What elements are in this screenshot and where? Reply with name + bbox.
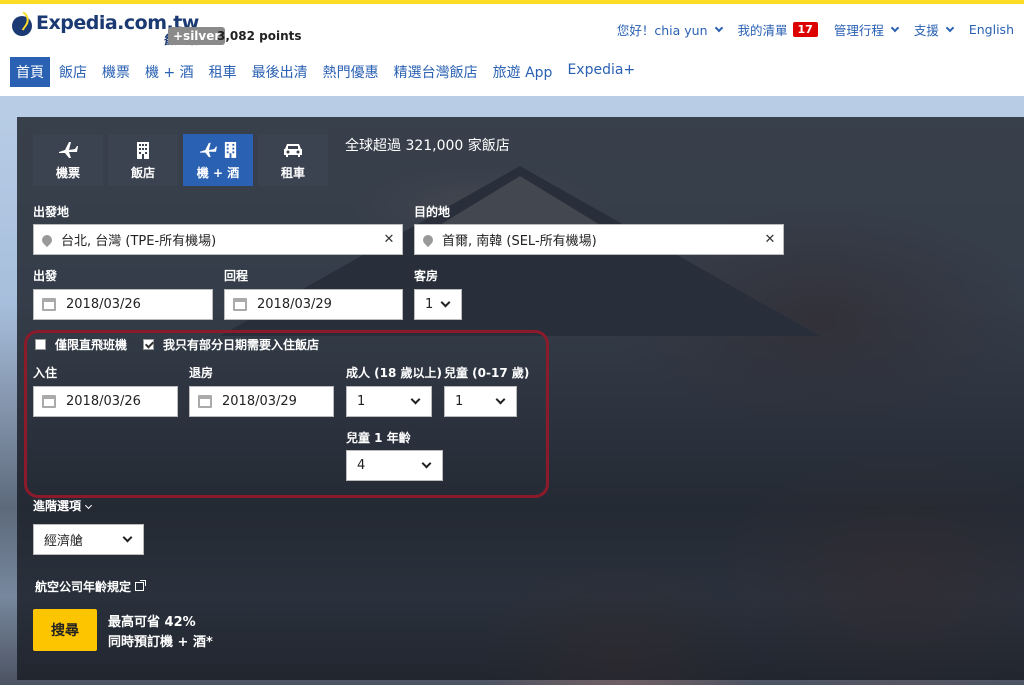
plane-icon	[199, 142, 217, 157]
airline-age-rules-link[interactable]: 航空公司年齡規定	[35, 578, 147, 595]
highlight-annotation-box	[24, 330, 549, 498]
chevron-down-icon	[122, 532, 133, 543]
nav-cars[interactable]: 租車	[203, 57, 243, 87]
nav-hotels[interactable]: 飯店	[53, 57, 93, 87]
account-menu[interactable]: 您好！chia yun	[617, 20, 723, 39]
language-link[interactable]: English	[969, 22, 1014, 37]
chevron-down-icon	[890, 23, 900, 32]
chevron-down-icon	[440, 297, 451, 308]
depart-label: 出發	[33, 269, 58, 283]
rooms-label: 客房	[414, 269, 439, 283]
location-pin-icon	[39, 232, 55, 247]
reward-points: 3,082 points	[217, 29, 302, 43]
tab-hotels[interactable]: 飯店	[108, 134, 178, 186]
manage-trips-menu[interactable]: 管理行程	[834, 20, 900, 39]
wishlist-count-badge: 17	[792, 22, 818, 37]
nav-flights[interactable]: 機票	[96, 57, 136, 87]
site-header: Expedia.com.tw 智遊網 +silver 3,082 points …	[0, 4, 1024, 94]
clear-icon[interactable]: ✕	[757, 232, 783, 247]
main-nav: 首頁 飯店 機票 機 + 酒 租車 最後出清 熱門優惠 精選台灣飯店 旅遊 Ap…	[10, 57, 644, 87]
destination-label: 目的地	[414, 205, 451, 219]
location-pin-icon	[420, 232, 436, 247]
rooms-select[interactable]: 1	[414, 289, 462, 320]
chevron-down-icon	[84, 501, 93, 509]
advanced-options-toggle[interactable]: 進階選項	[33, 497, 93, 514]
nav-taiwan-hotels[interactable]: 精選台灣飯店	[388, 57, 484, 87]
wishlist-link[interactable]: 我的清單 17	[738, 20, 818, 39]
globe-logo-icon	[12, 16, 32, 36]
nav-flight-hotel[interactable]: 機 + 酒	[139, 57, 200, 87]
nav-travel-app[interactable]: 旅遊 App	[487, 57, 559, 87]
car-icon	[284, 143, 302, 157]
return-label: 回程	[224, 269, 249, 283]
promo-bundle: 同時預訂機 + 酒*	[108, 635, 213, 650]
building-icon	[137, 141, 149, 159]
return-date-field[interactable]: 2018/03/29	[224, 289, 403, 320]
search-button[interactable]: 搜尋	[33, 609, 97, 651]
depart-date-field[interactable]: 2018/03/26	[33, 289, 213, 320]
tab-cars[interactable]: 租車	[258, 134, 328, 186]
origin-label: 出發地	[33, 205, 70, 219]
search-tabs: 機票 飯店 機 + 酒 租車	[33, 134, 333, 186]
promo-savings: 最高可省 42%	[108, 615, 196, 630]
promo-text: 最高可省 42% 同時預訂機 + 酒*	[108, 613, 213, 653]
nav-deals[interactable]: 熱門優惠	[317, 57, 385, 87]
tab-flight-hotel[interactable]: 機 + 酒	[183, 134, 253, 186]
nav-last-minute[interactable]: 最後出清	[246, 57, 314, 87]
hotel-count-tagline: 全球超過 321,000 家飯店	[345, 138, 510, 154]
external-link-icon	[135, 580, 147, 591]
chevron-down-icon	[945, 23, 955, 32]
building-icon	[224, 142, 236, 158]
origin-field[interactable]: 台北, 台灣 (TPE-所有機場) ✕	[33, 224, 403, 255]
nav-home[interactable]: 首頁	[10, 57, 50, 87]
tab-flights[interactable]: 機票	[33, 134, 103, 186]
nav-expedia-plus[interactable]: Expedia+	[561, 57, 641, 87]
plane-icon	[59, 141, 78, 158]
calendar-icon	[42, 298, 56, 311]
clear-icon[interactable]: ✕	[376, 232, 402, 247]
cabin-class-select[interactable]: 經濟艙	[33, 524, 144, 555]
calendar-icon	[233, 298, 247, 311]
chevron-down-icon	[714, 23, 723, 32]
user-nav: 您好！chia yun 我的清單 17 管理行程 支援 English	[601, 20, 1014, 39]
destination-field[interactable]: 首爾, 南韓 (SEL-所有機場) ✕	[414, 224, 784, 255]
support-menu[interactable]: 支援	[914, 20, 955, 39]
